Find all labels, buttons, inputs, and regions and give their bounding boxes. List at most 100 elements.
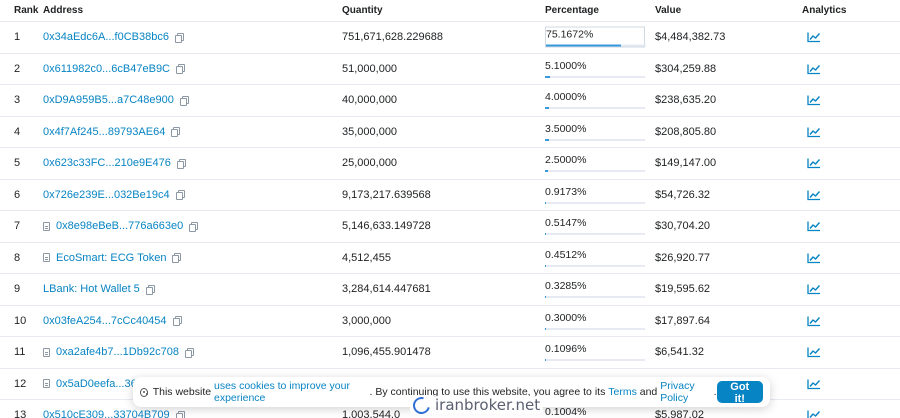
percentage-cell: 5.1000% xyxy=(545,60,645,78)
copy-icon[interactable] xyxy=(145,284,155,295)
percentage-bar xyxy=(545,138,645,141)
line-chart-icon xyxy=(807,379,821,389)
holders-table: Rank Address Quantity Percentage Value A… xyxy=(0,0,900,418)
value-cell: $238,635.20 xyxy=(655,94,717,107)
analytics-button[interactable] xyxy=(807,63,821,74)
rank-cell: 9 xyxy=(14,283,21,296)
cookie-text-and: and xyxy=(636,386,661,398)
analytics-button[interactable] xyxy=(807,221,821,232)
value-cell: $304,259.88 xyxy=(655,62,717,75)
address-link[interactable]: 0xa2afe4b7...1Db92c708 xyxy=(56,346,179,358)
line-chart-icon xyxy=(807,158,821,169)
value-cell: $5,987.02 xyxy=(655,409,704,418)
table-row: 5 0x623c33FC...210e9E476 25,000,000 2.5000%… xyxy=(0,148,900,180)
copy-icon[interactable] xyxy=(176,158,186,169)
percentage-cell: 0.1096% xyxy=(545,343,645,362)
table-row: 6 0x726e239E...032Be19c4 9,173,217.639568 0… xyxy=(0,180,900,211)
got-it-button[interactable]: Got it! xyxy=(716,381,763,405)
copy-icon[interactable] xyxy=(175,410,185,418)
privacy-policy-link[interactable]: Privacy Policy xyxy=(660,380,713,404)
address-link[interactable]: 0x726e239E...032Be19c4 xyxy=(43,189,170,201)
percentage-text: 0.5147% xyxy=(545,217,587,230)
line-chart-icon xyxy=(807,316,821,326)
line-chart-icon xyxy=(807,253,821,263)
line-chart-icon xyxy=(807,284,821,295)
quantity-cell: 3,284,614.447681 xyxy=(342,283,431,296)
table-row: 2 0x611982c0...6cB47eB9C 51,000,000 5.1000%… xyxy=(0,54,900,85)
address-link[interactable]: EcoSmart: ECG Token xyxy=(56,252,166,264)
copy-icon[interactable] xyxy=(172,316,182,327)
analytics-button[interactable] xyxy=(807,32,821,43)
copy-icon[interactable] xyxy=(179,95,189,106)
percentage-bar-fill xyxy=(545,75,551,78)
percentage-text: 3.5000% xyxy=(545,122,587,135)
watermark: iranbroker.net xyxy=(409,393,544,417)
rank-cell: 11 xyxy=(14,346,26,359)
header-quantity: Quantity xyxy=(342,5,383,16)
percentage-bar-fill xyxy=(545,264,547,267)
address-link[interactable]: 0x510cE309...33704B709 xyxy=(43,409,170,418)
address-link[interactable]: 0x611982c0...6cB47eB9C xyxy=(43,63,170,75)
cookie-icon xyxy=(140,387,148,397)
copy-icon[interactable] xyxy=(175,190,185,201)
analytics-button[interactable] xyxy=(807,189,821,200)
copy-icon[interactable] xyxy=(189,221,199,232)
address-link[interactable]: 0x8e98eBeB...776a663e0 xyxy=(56,220,183,232)
quantity-cell: 9,173,217.639568 xyxy=(342,188,431,201)
percentage-bar-fill xyxy=(545,233,547,236)
document-icon xyxy=(43,379,50,389)
analytics-button[interactable] xyxy=(807,315,821,326)
quantity-cell: 5,146,633.149728 xyxy=(342,220,431,233)
quantity-cell: 4,512,455 xyxy=(342,251,391,264)
percentage-bar xyxy=(545,327,645,330)
percentage-bar-fill xyxy=(545,327,547,330)
document-icon xyxy=(43,253,50,263)
percentage-cell: 0.1004% xyxy=(545,406,645,418)
percentage-bar-fill xyxy=(545,138,549,141)
copy-icon[interactable] xyxy=(176,64,185,75)
address-cell: 0x623c33FC...210e9E476 xyxy=(43,157,186,169)
address-cell: 0x611982c0...6cB47eB9C xyxy=(43,63,185,75)
cookie-policy-link[interactable]: uses cookies to improve your experience xyxy=(214,380,370,404)
address-link[interactable]: LBank: Hot Wallet 5 xyxy=(43,283,140,295)
line-chart-icon xyxy=(807,221,821,232)
table-row: 9 LBank: Hot Wallet 5 3,284,614.447681 0.32… xyxy=(0,274,900,306)
address-cell: 0x34aEdc6A...f0CB38bc6 xyxy=(43,31,184,43)
analytics-button[interactable] xyxy=(807,410,821,418)
address-link[interactable]: 0xD9A959B5...a7C48e900 xyxy=(43,94,174,106)
analytics-button[interactable] xyxy=(807,126,821,137)
copy-icon[interactable] xyxy=(172,253,182,264)
analytics-button[interactable] xyxy=(807,284,821,295)
address-link[interactable]: 0x623c33FC...210e9E476 xyxy=(43,157,171,169)
address-link[interactable]: 0x4f7Af245...89793AE64 xyxy=(43,126,165,138)
percentage-bar xyxy=(545,296,645,299)
quantity-cell: 35,000,000 xyxy=(342,125,398,138)
percentage-bar xyxy=(546,44,646,47)
address-link[interactable]: 0x34aEdc6A...f0CB38bc6 xyxy=(43,31,169,43)
address-cell: 0x03feA254...7cCc40454 xyxy=(43,315,182,327)
analytics-button[interactable] xyxy=(807,378,821,389)
analytics-button[interactable] xyxy=(807,252,821,263)
percentage-text: 0.4512% xyxy=(545,248,587,261)
header-value: Value xyxy=(655,5,682,16)
address-link[interactable]: 0x03feA254...7cCc40454 xyxy=(43,315,167,327)
copy-icon[interactable] xyxy=(184,347,194,358)
percentage-bar-fill xyxy=(545,359,547,362)
percentage-text: 0.3000% xyxy=(545,311,587,324)
analytics-button[interactable] xyxy=(807,347,821,358)
analytics-button[interactable] xyxy=(807,158,821,169)
rank-cell: 3 xyxy=(14,94,21,107)
analytics-button[interactable] xyxy=(807,95,821,106)
value-cell: $208,805.80 xyxy=(655,125,717,138)
percentage-cell: 4.0000% xyxy=(545,91,645,110)
percentage-bar-fill xyxy=(545,107,549,110)
copy-icon[interactable] xyxy=(171,127,181,138)
rank-cell: 13 xyxy=(14,409,27,418)
percentage-bar xyxy=(545,359,645,362)
percentage-cell: 2.5000% xyxy=(545,154,645,173)
terms-link[interactable]: Terms xyxy=(608,386,637,398)
rank-cell: 1 xyxy=(14,31,21,44)
copy-icon[interactable] xyxy=(174,32,184,43)
table-row: 4 0x4f7Af245...89793AE64 35,000,000 3.5000%… xyxy=(0,117,900,148)
rank-cell: 5 xyxy=(14,157,21,170)
